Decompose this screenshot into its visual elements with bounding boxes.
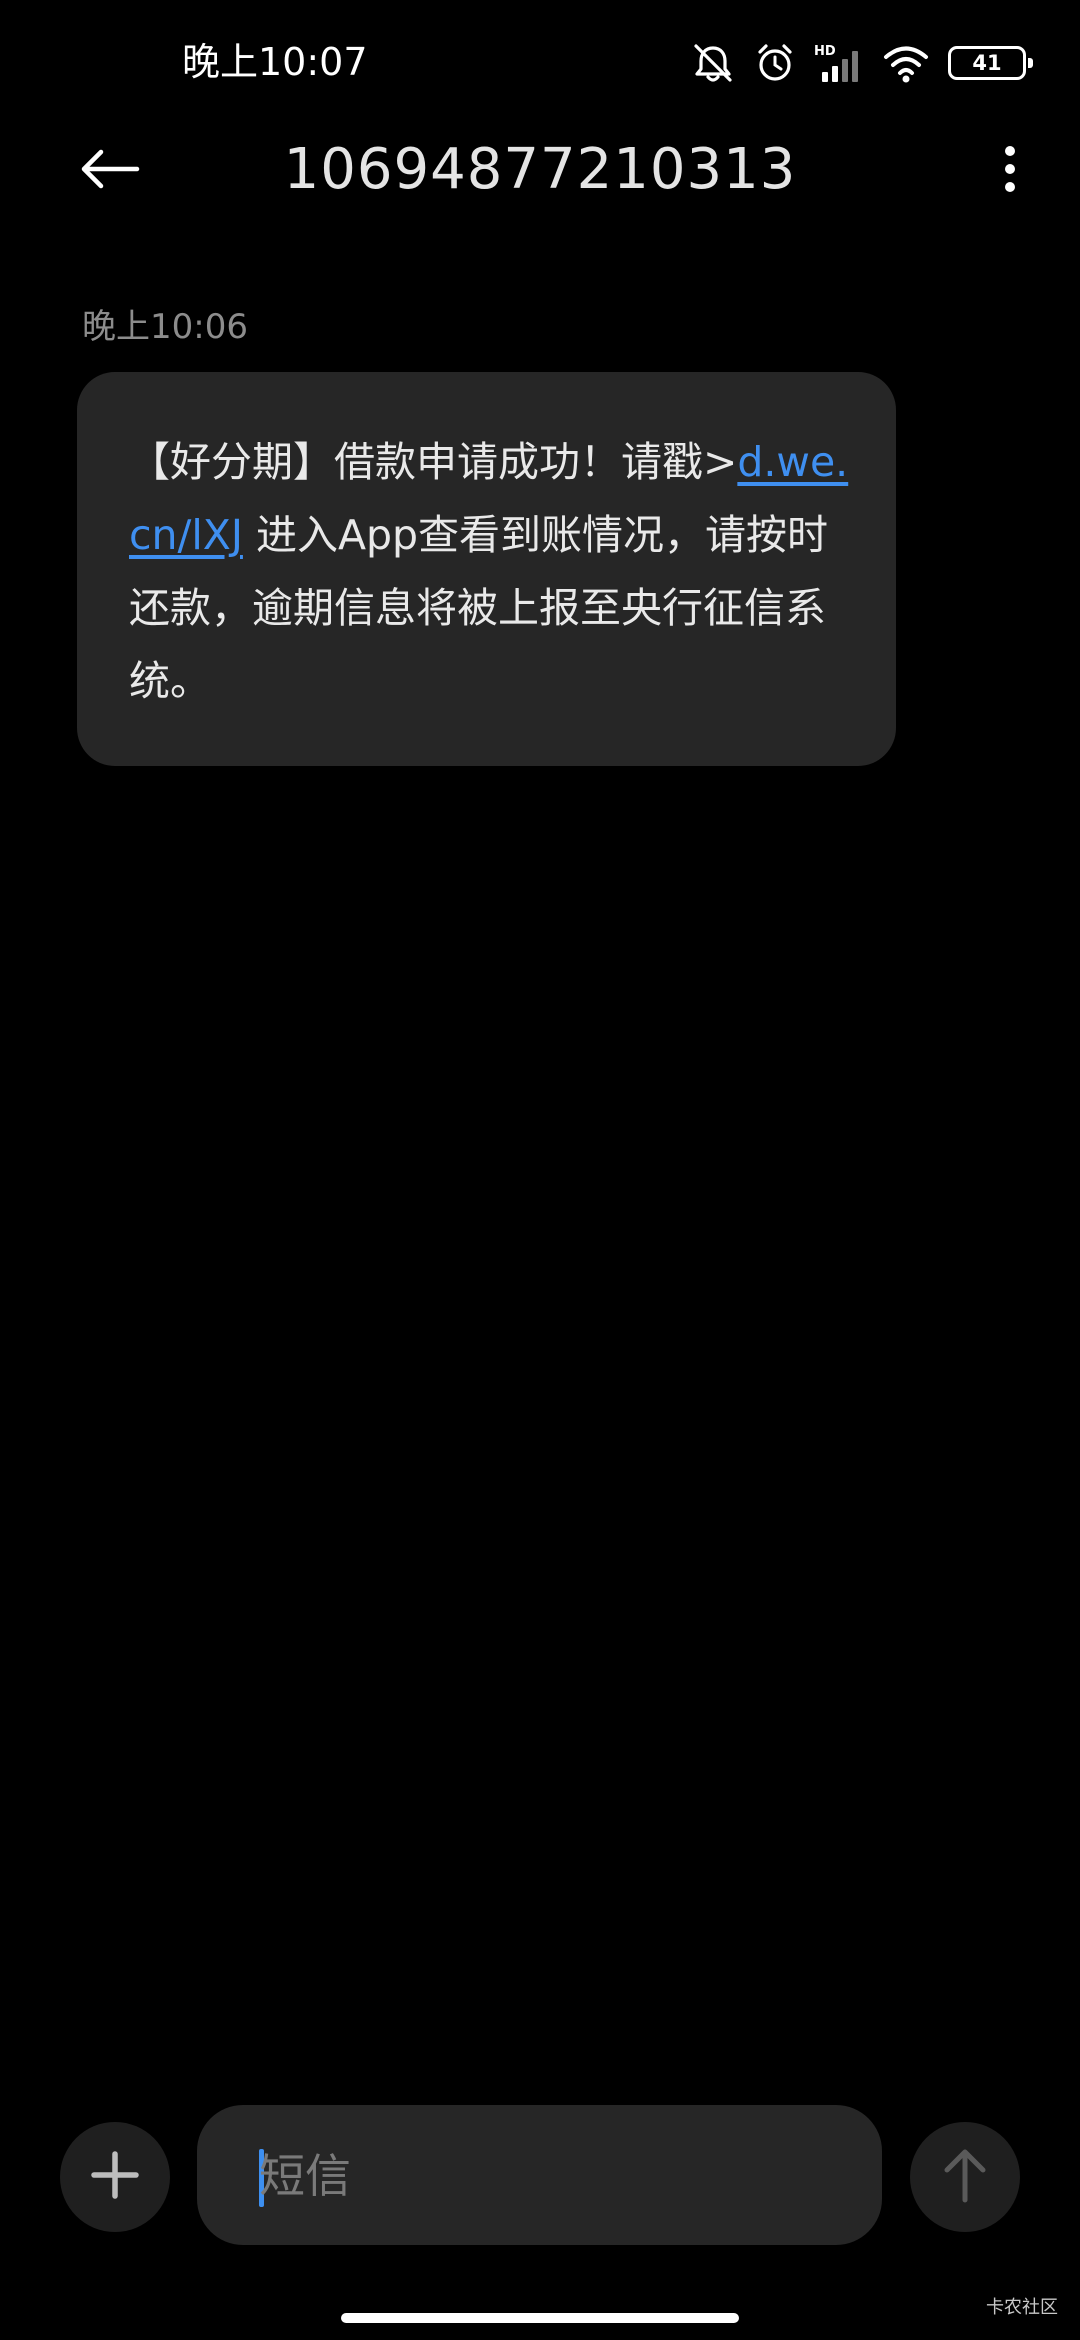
alarm-icon <box>754 42 796 84</box>
battery-icon: 41 <box>948 46 1033 80</box>
more-vertical-icon <box>1003 145 1017 197</box>
home-indicator[interactable] <box>341 2313 739 2323</box>
arrow-up-icon <box>941 2146 989 2208</box>
network-badge: HD <box>814 44 836 59</box>
status-time: 晚上10:07 <box>182 40 368 84</box>
title-bar: 10694877210313 <box>0 120 1080 220</box>
hd-signal-icon: HD <box>814 42 864 84</box>
status-icons: HD 41 <box>690 38 1033 88</box>
message-text-before-link: 【好分期】借款申请成功！请戳> <box>129 438 738 486</box>
wifi-icon <box>882 42 930 84</box>
message-input[interactable]: 短信 <box>197 2105 882 2245</box>
back-button[interactable] <box>70 136 150 206</box>
message-input-placeholder: 短信 <box>259 2149 351 2203</box>
watermark: 卡农社区 <box>986 2297 1058 2318</box>
plus-icon <box>90 2150 140 2204</box>
arrow-left-icon <box>79 147 141 195</box>
message-bubble[interactable]: 【好分期】借款申请成功！请戳>d.we.cn/lXJ 进入App查看到账情况，请… <box>77 372 896 766</box>
page-title: 10694877210313 <box>283 137 797 202</box>
status-bar: 晚上10:07 HD 41 <box>0 0 1080 120</box>
attach-button[interactable] <box>60 2122 170 2232</box>
bell-muted-icon <box>690 42 736 84</box>
battery-level: 41 <box>972 51 1002 75</box>
send-button[interactable] <box>910 2122 1020 2232</box>
composer: 短信 <box>0 2100 1080 2250</box>
message-timestamp: 晚上10:06 <box>82 307 248 347</box>
more-button[interactable] <box>980 136 1040 206</box>
